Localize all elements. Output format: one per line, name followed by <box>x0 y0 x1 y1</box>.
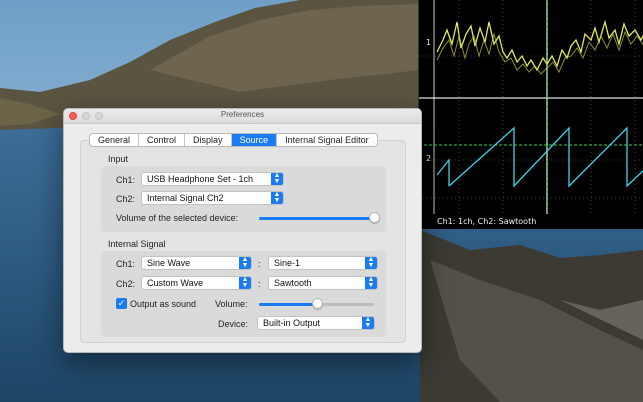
source-tab-panel: Input Ch1: USB Headphone Set - 1ch ▲ ▼ Ch… <box>80 140 406 343</box>
tab-source[interactable]: Source <box>231 134 278 146</box>
ch2-trace <box>448 126 643 188</box>
output-volume-slider[interactable] <box>259 298 374 310</box>
tab-internal-signal-editor[interactable]: Internal Signal Editor <box>277 134 377 146</box>
device-volume-slider[interactable] <box>259 212 380 224</box>
scope-display <box>419 0 643 214</box>
signal-ch1-preset-value: Sine-1 <box>274 258 301 268</box>
updown-arrows-icon: ▲ ▼ <box>239 257 251 269</box>
updown-arrows-icon: ▲ ▼ <box>365 257 377 269</box>
title-bar[interactable]: Preferences <box>64 109 421 124</box>
updown-arrows-icon: ▲ ▼ <box>271 173 283 185</box>
signal-ch1-waveform-value: Sine Wave <box>147 258 191 268</box>
device-volume-label: Volume of the selected device: <box>116 213 239 223</box>
updown-arrows-icon: ▲ ▼ <box>362 317 374 329</box>
oscilloscope-window: 1 2 Ch1: 1ch, Ch2: Sawtooth <box>418 0 643 229</box>
output-volume-label: Volume: <box>215 299 248 309</box>
input-ch2-device-value: Internal Signal Ch2 <box>147 193 224 203</box>
signal-ch2-preset-select[interactable]: Sawtooth ▲ ▼ <box>268 276 378 290</box>
input-section-heading: Input <box>108 154 129 164</box>
window-title: Preferences <box>220 110 265 119</box>
signal-ch2-waveform-value: Custom Wave <box>147 278 204 288</box>
signal-ch2-label: Ch2: <box>116 279 136 289</box>
tab-control[interactable]: Control <box>139 134 186 146</box>
tab-display[interactable]: Display <box>185 134 232 146</box>
input-ch1-device-value: USB Headphone Set - 1ch <box>147 174 254 184</box>
output-device-value: Built-in Output <box>263 318 321 328</box>
ch1-marker: 1 <box>426 38 432 47</box>
slider-knob[interactable] <box>311 298 323 309</box>
slider-knob[interactable] <box>369 212 380 223</box>
signal-ch2-separator: : <box>258 279 261 289</box>
signal-ch1-label: Ch1: <box>116 259 136 269</box>
input-ch2-label: Ch2: <box>116 194 136 204</box>
tab-bar: General Control Display Source Internal … <box>89 133 378 147</box>
updown-arrows-icon: ▲ ▼ <box>271 192 283 204</box>
signal-ch2-preset-value: Sawtooth <box>274 278 312 288</box>
signal-ch1-separator: : <box>258 259 261 269</box>
scope-status-text: Ch1: 1ch, Ch2: Sawtooth <box>437 217 537 226</box>
updown-arrows-icon: ▲ ▼ <box>239 277 251 289</box>
tab-general[interactable]: General <box>90 134 140 146</box>
output-device-select[interactable]: Built-in Output ▲ ▼ <box>257 316 375 330</box>
ch2-marker: 2 <box>426 154 432 163</box>
input-ch1-label: Ch1: <box>116 175 136 185</box>
signal-ch1-preset-select[interactable]: Sine-1 ▲ ▼ <box>268 256 378 270</box>
preferences-window: Preferences General Control Display Sour… <box>63 108 422 353</box>
signal-ch1-waveform-select[interactable]: Sine Wave ▲ ▼ <box>141 256 252 270</box>
output-device-label: Device: <box>218 319 249 329</box>
output-as-sound-label: Output as sound <box>130 299 197 309</box>
output-as-sound-checkbox[interactable]: ✓ <box>116 298 127 309</box>
input-ch2-device-select[interactable]: Internal Signal Ch2 ▲ ▼ <box>141 191 284 205</box>
input-ch1-device-select[interactable]: USB Headphone Set - 1ch ▲ ▼ <box>141 172 284 186</box>
internal-signal-section-heading: Internal Signal <box>108 239 166 249</box>
ch1-trace <box>436 19 643 72</box>
updown-arrows-icon: ▲ ▼ <box>365 277 377 289</box>
signal-ch2-waveform-select[interactable]: Custom Wave ▲ ▼ <box>141 276 252 290</box>
